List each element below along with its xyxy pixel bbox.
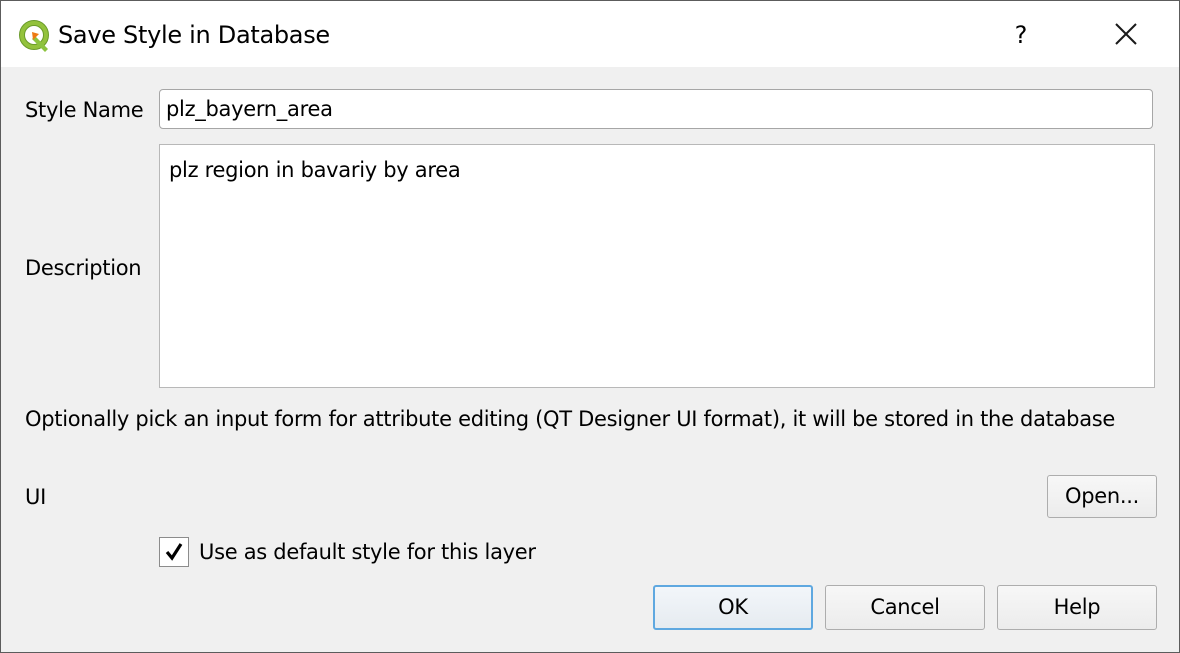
qgis-logo-icon	[17, 18, 53, 54]
title-bar: Save Style in Database ?	[1, 1, 1179, 67]
ui-form-hint: Optionally pick an input form for attrib…	[25, 407, 1116, 431]
ok-button[interactable]: OK	[653, 585, 813, 630]
close-button[interactable]	[1101, 13, 1149, 55]
context-help-button[interactable]: ?	[999, 15, 1043, 55]
dialog-title: Save Style in Database	[58, 21, 330, 49]
checkmark-icon	[165, 543, 183, 561]
description-label: Description	[25, 256, 142, 280]
close-icon	[1115, 23, 1137, 45]
help-button[interactable]: Help	[997, 585, 1157, 630]
default-style-label[interactable]: Use as default style for this layer	[199, 538, 536, 566]
cancel-button[interactable]: Cancel	[825, 585, 985, 630]
description-textarea[interactable]: plz region in bavariy by area	[159, 144, 1155, 388]
open-ui-file-button[interactable]: Open...	[1047, 475, 1157, 518]
style-name-input[interactable]: plz_bayern_area	[159, 89, 1153, 129]
style-name-label: Style Name	[25, 98, 144, 122]
save-style-dialog: Save Style in Database ? Style Name plz_…	[0, 0, 1180, 653]
default-style-checkbox[interactable]	[159, 537, 189, 567]
ui-label: UI	[25, 485, 46, 509]
